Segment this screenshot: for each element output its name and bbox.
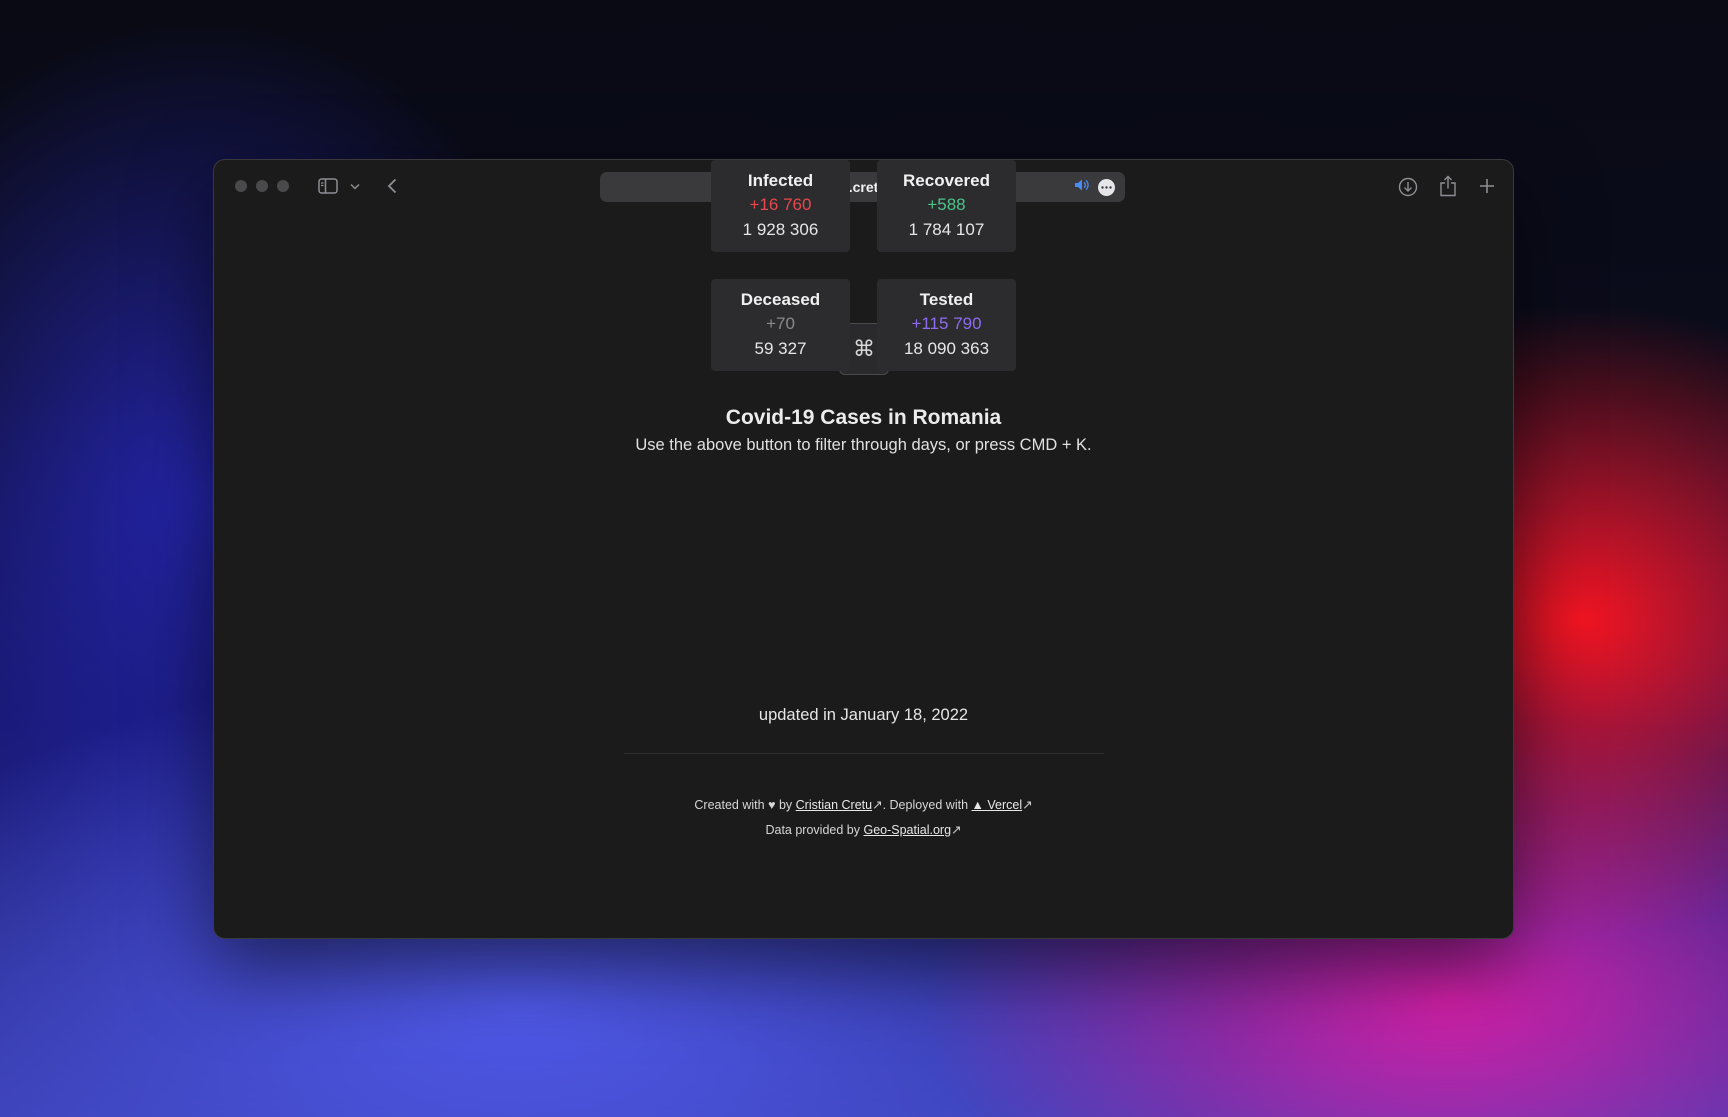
stat-delta: +115 790 (911, 314, 982, 333)
stat-label: Infected (747, 171, 814, 190)
stat-total: 1 784 107 (908, 220, 985, 239)
chevron-down-icon[interactable] (348, 177, 362, 195)
stat-total: 59 327 (754, 339, 807, 358)
address-actions (1074, 178, 1115, 197)
stat-label: Tested (919, 290, 974, 309)
stat-delta: +16 760 (749, 195, 812, 214)
address-content: covid.cretu.dev (600, 172, 1125, 202)
author-link[interactable]: Cristian Cretu (796, 798, 872, 812)
vercel-link[interactable]: ▲ Vercel (972, 798, 1023, 812)
footer-deployed-text: . Deployed with (882, 798, 969, 812)
external-link-icon: ↗ (872, 798, 883, 812)
stat-card-infected: Infected +16 760 1 928 306 (711, 160, 850, 252)
stat-total: 1 928 306 (742, 220, 819, 239)
footer-credits: Created with ♥ by Cristian Cretu↗. Deplo… (214, 797, 1513, 812)
heart-icon: ♥ (768, 798, 776, 812)
data-source-link[interactable]: Geo-Spatial.org (863, 823, 951, 837)
chevron-left-icon[interactable] (382, 176, 402, 196)
stat-card-deceased: Deceased +70 59 327 (711, 279, 850, 371)
close-window-button[interactable] (235, 180, 247, 192)
stat-label: Recovered (903, 171, 990, 190)
command-icon: ⌘ (853, 336, 875, 362)
window-controls (235, 180, 289, 192)
updated-date: updated in January 18, 2022 (758, 706, 969, 724)
page-title: Covid-19 Cases in Romania (725, 406, 1002, 429)
external-link-icon: ↗ (1022, 798, 1033, 812)
ellipsis-icon[interactable] (1098, 179, 1115, 196)
browser-window: covid.cretu.dev ⌘ Covid-19 Cases in Roma… (213, 159, 1514, 939)
stat-card-tested: Tested +115 790 18 090 363 (877, 279, 1016, 371)
stat-label: Deceased (740, 290, 821, 309)
address-bar[interactable]: covid.cretu.dev (600, 172, 1125, 202)
plus-icon[interactable] (1476, 175, 1498, 197)
footer-by-text: by (778, 798, 793, 812)
stat-delta: +70 (766, 314, 795, 333)
stat-delta: +588 (927, 195, 966, 214)
divider (624, 753, 1104, 754)
page-content: ⌘ Covid-19 Cases in Romania Use the abov… (214, 160, 1513, 938)
external-link-icon: ↗ (951, 823, 962, 837)
stat-total: 18 090 363 (903, 339, 990, 358)
minimize-window-button[interactable] (256, 180, 268, 192)
speaker-icon[interactable] (1074, 178, 1090, 197)
download-icon[interactable] (1397, 176, 1419, 198)
stat-card-recovered: Recovered +588 1 784 107 (877, 160, 1016, 252)
sidebar-icon[interactable] (317, 177, 339, 195)
page-subtitle: Use the above button to filter through d… (635, 436, 1092, 454)
footer-data-text: Data provided by (765, 823, 860, 837)
zoom-window-button[interactable] (277, 180, 289, 192)
share-icon[interactable] (1437, 174, 1459, 198)
footer-created-text: Created with (694, 798, 765, 812)
browser-toolbar: covid.cretu.dev (214, 160, 1513, 216)
footer-data-source: Data provided by Geo-Spatial.org↗ (214, 822, 1513, 837)
